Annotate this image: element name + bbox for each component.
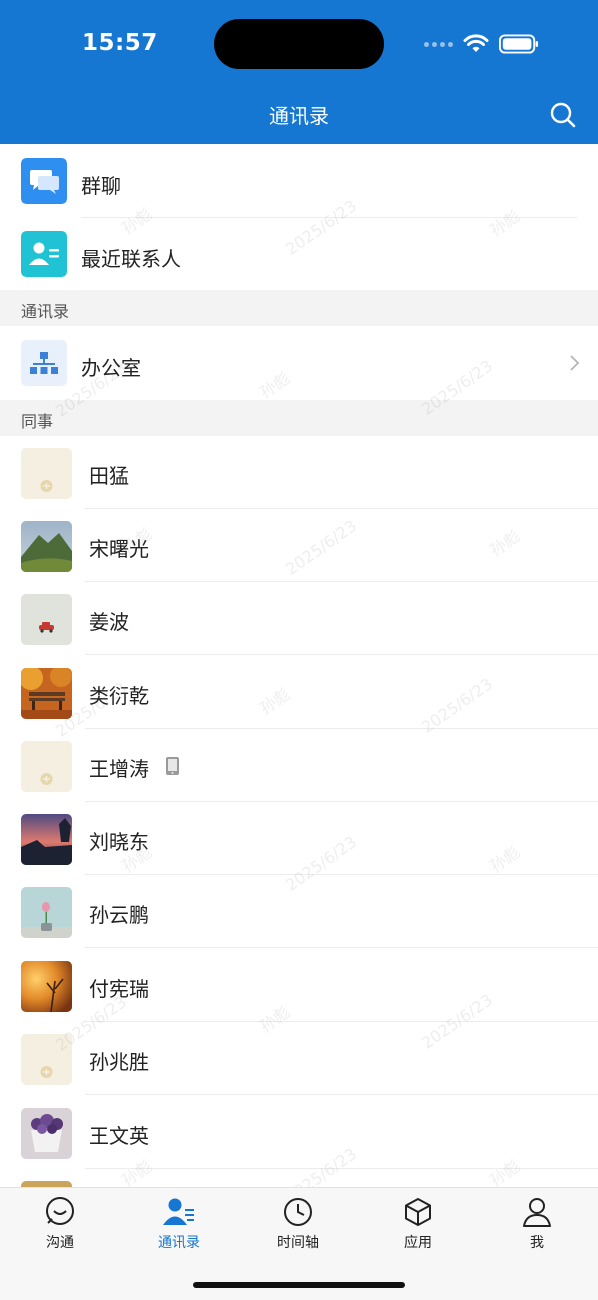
wifi-icon [463, 34, 489, 52]
contact-name: 刘晓东 [89, 830, 149, 854]
battery-icon [499, 34, 539, 54]
section-header-colleagues: 同事 [0, 400, 598, 436]
search-icon[interactable] [548, 100, 578, 130]
tablet-icon [166, 757, 179, 775]
sunset-beach-avatar-image [21, 814, 72, 865]
header-bar: 15:57 通讯录 [0, 0, 598, 144]
contact-name: 田猛 [89, 464, 129, 488]
tab-apps[interactable]: 应用 [368, 1196, 468, 1256]
autumn-bench-avatar-image [21, 668, 72, 719]
contact-name: 类衍乾 [89, 684, 149, 708]
tab-label: 时间轴 [277, 1235, 319, 1251]
section-header-directory: 通讯录 [0, 290, 598, 326]
contact-item[interactable]: 付宪瑞 [0, 949, 598, 1022]
tab-me[interactable]: 我 [487, 1196, 587, 1256]
recent-contacts-icon [21, 231, 67, 277]
contact-item[interactable]: 刘晓东 [0, 802, 598, 875]
red-car-avatar-image [21, 594, 72, 645]
status-icons [424, 32, 539, 56]
office-directory-item[interactable]: 办公室 [0, 326, 598, 400]
contacts-icon [163, 1198, 194, 1225]
office-label: 办公室 [81, 356, 141, 380]
tab-label: 通讯录 [158, 1235, 200, 1251]
contact-item[interactable]: 姜波 [0, 582, 598, 655]
recent-contacts-item[interactable]: 最近联系人 [0, 218, 598, 290]
contact-name: 宋曙光 [89, 537, 149, 561]
orange-sunset-avatar-image [21, 961, 72, 1012]
contact-name: 王文英 [89, 1124, 149, 1148]
purple-flowers-avatar-image [21, 1108, 72, 1159]
default-avatar-icon [21, 741, 72, 792]
contact-item[interactable]: 类衍乾 [0, 656, 598, 729]
home-indicator[interactable] [193, 1282, 405, 1288]
contact-item[interactable]: 宋曙光 [0, 509, 598, 582]
contact-item[interactable]: 孙云鹏 [0, 875, 598, 948]
page-title: 通讯录 [269, 104, 329, 128]
default-avatar-icon [21, 448, 72, 499]
tab-timeline[interactable]: 时间轴 [248, 1196, 348, 1256]
contact-item[interactable]: 田猛 [0, 436, 598, 509]
tab-chat[interactable]: 沟通 [10, 1196, 110, 1256]
contact-item-partial[interactable] [0, 1169, 598, 1187]
cube-icon [405, 1198, 431, 1226]
org-chart-icon [21, 340, 67, 386]
person-icon [523, 1198, 551, 1227]
group-chat-label: 群聊 [81, 174, 121, 198]
default-avatar-icon [21, 1034, 72, 1085]
contact-item[interactable]: 王文英 [0, 1096, 598, 1169]
signal-icon [424, 41, 453, 47]
group-chat-item[interactable]: 群聊 [0, 144, 598, 218]
contact-item[interactable]: 孙兆胜 [0, 1022, 598, 1095]
recent-contacts-label: 最近联系人 [81, 247, 181, 271]
status-time: 15:57 [82, 30, 158, 56]
chat-icon [46, 1197, 74, 1225]
contact-item[interactable]: 王增涛 [0, 729, 598, 802]
tab-label: 我 [530, 1235, 544, 1251]
contact-name: 孙云鹏 [89, 903, 149, 927]
clock-icon [284, 1198, 312, 1226]
section-title: 同事 [21, 412, 54, 431]
dynamic-island [214, 19, 384, 69]
mountain-avatar-image [21, 521, 72, 572]
tab-label: 沟通 [46, 1235, 74, 1251]
tulip-avatar-image [21, 887, 72, 938]
tab-contacts[interactable]: 通讯录 [129, 1196, 229, 1256]
contact-name: 孙兆胜 [89, 1050, 149, 1074]
group-chat-icon [21, 158, 67, 204]
section-title: 通讯录 [21, 302, 70, 321]
chevron-right-icon [570, 355, 580, 371]
contact-name: 姜波 [89, 610, 129, 634]
contact-name: 付宪瑞 [89, 977, 149, 1001]
contact-name: 王增涛 [89, 757, 149, 781]
tab-label: 应用 [404, 1235, 432, 1251]
